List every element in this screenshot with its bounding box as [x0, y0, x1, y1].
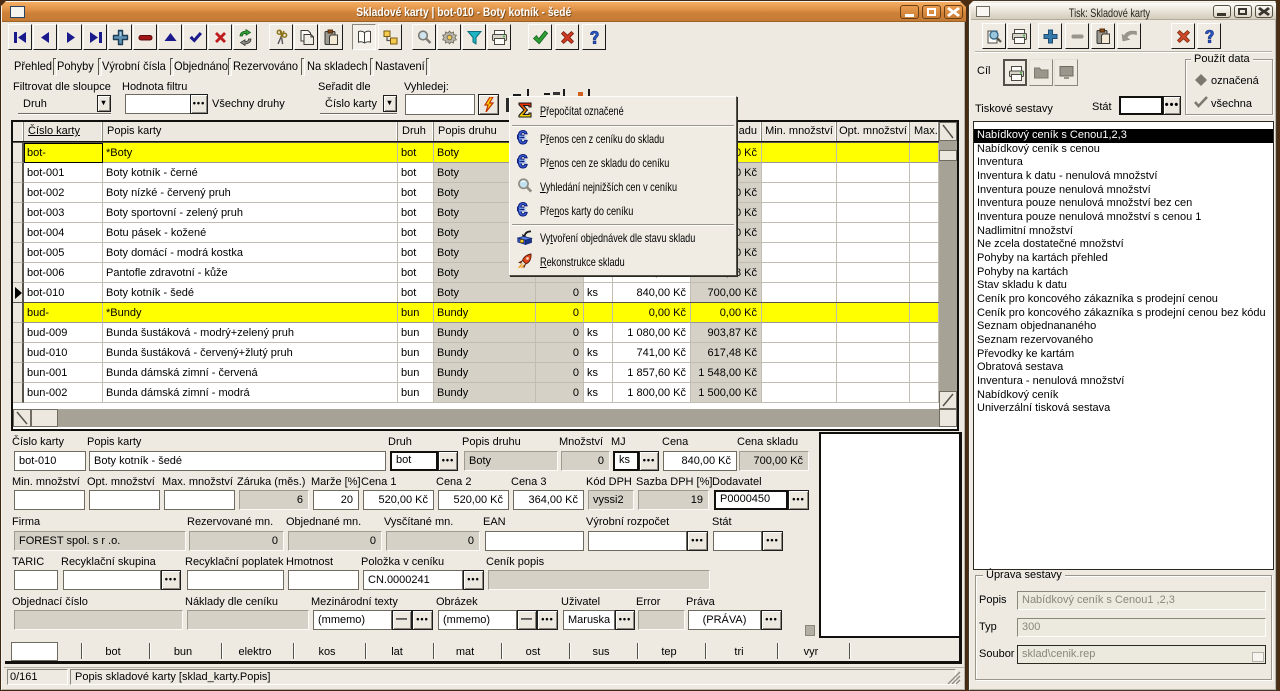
svg-text:€: € — [517, 202, 528, 218]
svg-text:€: € — [517, 130, 528, 146]
svg-text:€: € — [517, 154, 528, 170]
